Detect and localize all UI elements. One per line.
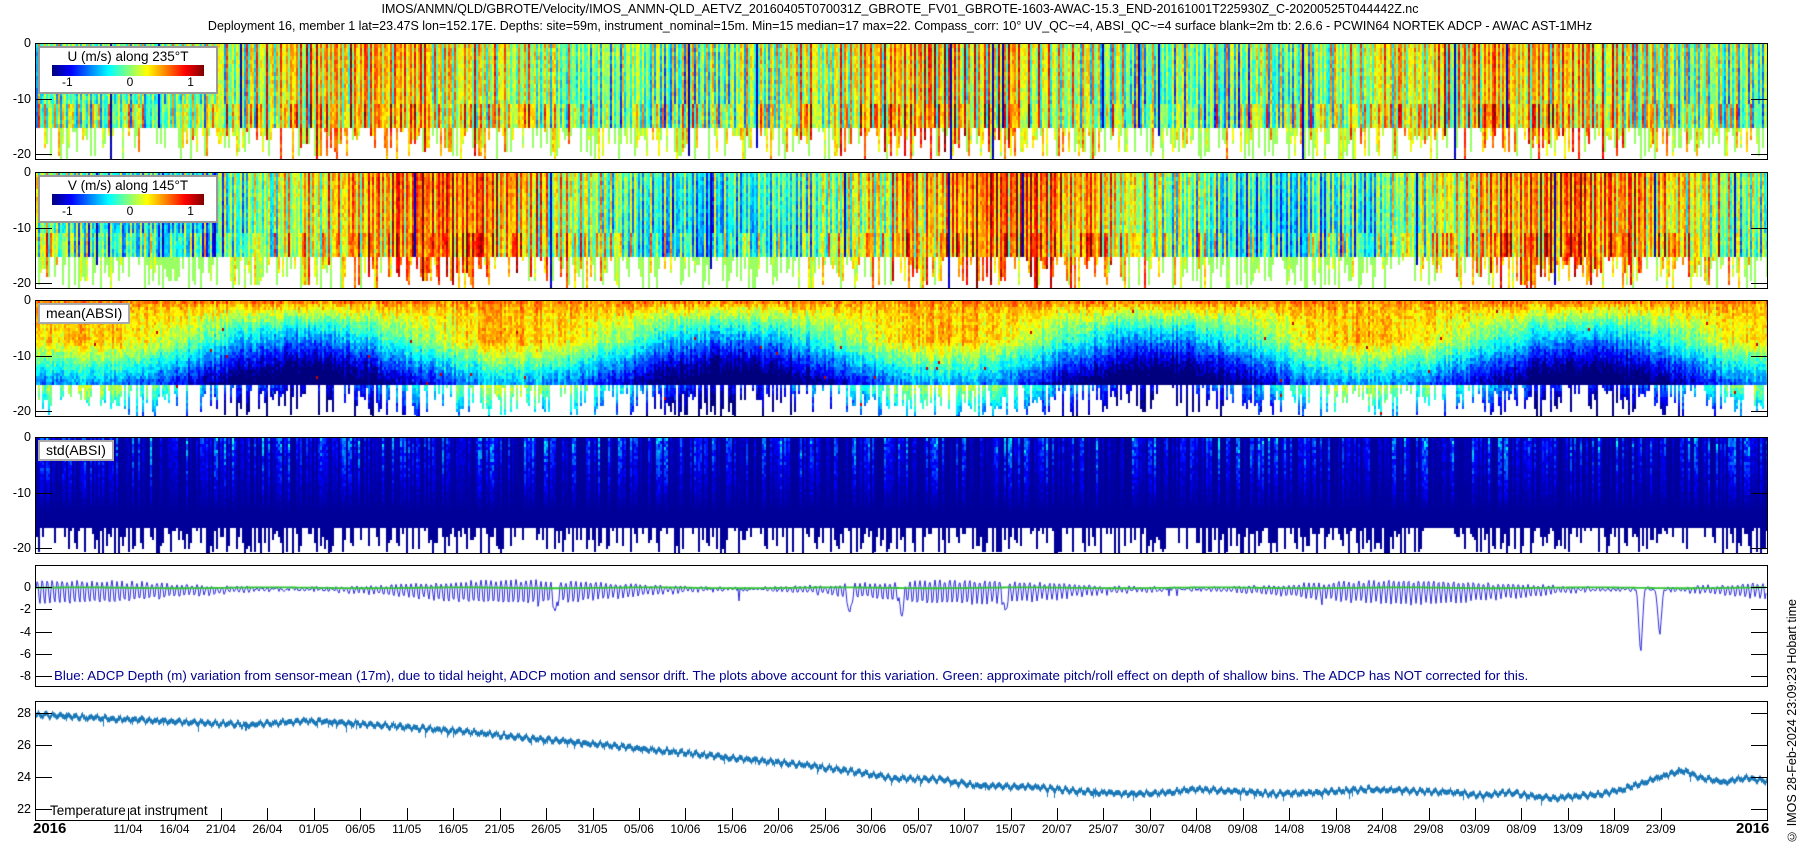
x-tick-label: 16/05 [423, 822, 483, 836]
x-tick-label: 25/07 [1073, 822, 1133, 836]
temperature-line-canvas [36, 702, 1767, 820]
u-cbar-tick-1: 1 [187, 76, 194, 89]
y-tick-label: -10 [0, 92, 31, 106]
x-tick-label: 23/09 [1631, 822, 1691, 836]
y-tick-label: -2 [0, 602, 31, 616]
u-legend-title: U (m/s) along 235°T [40, 49, 216, 64]
v-colorbar-legend: V (m/s) along 145°T -1 0 1 [38, 175, 218, 223]
y-tick-label: -10 [0, 349, 31, 363]
panel-v-velocity: V (m/s) along 145°T -1 0 1 [35, 172, 1768, 289]
panel-std-absi: std(ABSI) [35, 437, 1768, 554]
v-legend-title: V (m/s) along 145°T [40, 178, 216, 193]
y-tick-label: 0 [0, 36, 31, 50]
u-colorbar-ticks: -1 0 1 [40, 76, 216, 89]
std-absi-heatmap-canvas [36, 438, 1767, 553]
x-tick-label: 20/07 [1027, 822, 1087, 836]
x-tick-label: 13/09 [1538, 822, 1598, 836]
y-tick-label: 0 [0, 430, 31, 444]
u-velocity-heatmap-canvas [36, 44, 1767, 159]
y-tick-label: -20 [0, 276, 31, 290]
v-cbar-tick-0: 0 [127, 205, 134, 218]
x-tick-label: 30/06 [841, 822, 901, 836]
x-tick-label: 11/05 [377, 822, 437, 836]
panel-mean-absi: mean(ABSI) [35, 300, 1768, 417]
y-tick-label: -20 [0, 541, 31, 555]
panel-depth-variation: Blue: ADCP Depth (m) variation from sens… [35, 565, 1768, 687]
v-colorbar-ticks: -1 0 1 [40, 205, 216, 218]
panel-u-velocity: U (m/s) along 235°T -1 0 1 [35, 43, 1768, 160]
x-tick-label: 29/08 [1399, 822, 1459, 836]
imos-copyright-watermark: © IMOS 28-Feb-2024 23:09:23 Hobart time [1785, 599, 1799, 844]
x-axis-year-right: 2016 [1736, 820, 1769, 837]
x-tick-label: 10/07 [934, 822, 994, 836]
figure-root: IMOS/ANMN/QLD/GBROTE/Velocity/IMOS_ANMN-… [0, 0, 1800, 850]
temperature-label: Temperature at instrument [50, 803, 208, 818]
y-tick-label: 24 [0, 770, 31, 784]
y-tick-label: -4 [0, 625, 31, 639]
x-tick-label: 25/06 [795, 822, 855, 836]
figure-subtitle-deployment: Deployment 16, member 1 lat=23.47S lon=1… [0, 19, 1800, 33]
x-tick-label: 14/08 [1259, 822, 1319, 836]
std-absi-label: std(ABSI) [38, 440, 114, 461]
panel-temperature: Temperature at instrument [35, 701, 1768, 821]
y-tick-label: -20 [0, 404, 31, 418]
x-tick-label: 20/06 [748, 822, 808, 836]
x-tick-label: 08/09 [1491, 822, 1551, 836]
x-tick-label: 15/07 [981, 822, 1041, 836]
x-tick-label: 05/06 [609, 822, 669, 836]
u-cbar-tick-0: 0 [127, 76, 134, 89]
x-tick-label: 04/08 [1166, 822, 1226, 836]
x-tick-label: 18/09 [1584, 822, 1644, 836]
x-tick-label: 09/08 [1213, 822, 1273, 836]
x-tick-label: 01/05 [284, 822, 344, 836]
x-tick-label: 26/04 [237, 822, 297, 836]
x-tick-label: 31/05 [563, 822, 623, 836]
y-tick-label: -6 [0, 647, 31, 661]
y-tick-label: 28 [0, 706, 31, 720]
x-tick-label: 03/09 [1445, 822, 1505, 836]
x-tick-label: 11/04 [98, 822, 158, 836]
u-colorbar-legend: U (m/s) along 235°T -1 0 1 [38, 46, 218, 94]
x-tick-label: 10/06 [655, 822, 715, 836]
v-cbar-tick-neg1: -1 [62, 205, 73, 218]
mean-absi-heatmap-canvas [36, 301, 1767, 416]
x-tick-label: 24/08 [1352, 822, 1412, 836]
x-tick-label: 06/05 [330, 822, 390, 836]
y-tick-label: -20 [0, 147, 31, 161]
figure-title-filename: IMOS/ANMN/QLD/GBROTE/Velocity/IMOS_ANMN-… [0, 2, 1800, 16]
x-tick-label: 26/05 [516, 822, 576, 836]
u-cbar-tick-neg1: -1 [62, 76, 73, 89]
depth-variation-annotation: Blue: ADCP Depth (m) variation from sens… [54, 668, 1528, 683]
x-tick-label: 05/07 [888, 822, 948, 836]
x-tick-label: 21/04 [191, 822, 251, 836]
v-cbar-tick-1: 1 [187, 205, 194, 218]
y-tick-label: 0 [0, 165, 31, 179]
x-axis-year-left: 2016 [33, 820, 66, 837]
y-tick-label: 22 [0, 802, 31, 816]
v-velocity-heatmap-canvas [36, 173, 1767, 288]
x-tick-label: 15/06 [702, 822, 762, 836]
x-tick-label: 19/08 [1306, 822, 1366, 836]
y-tick-label: 0 [0, 293, 31, 307]
y-tick-label: 0 [0, 580, 31, 594]
x-tick-label: 30/07 [1120, 822, 1180, 836]
x-tick-label: 21/05 [470, 822, 530, 836]
mean-absi-label: mean(ABSI) [38, 303, 130, 324]
y-tick-label: 26 [0, 738, 31, 752]
y-tick-label: -10 [0, 221, 31, 235]
x-tick-label: 16/04 [145, 822, 205, 836]
y-tick-label: -10 [0, 486, 31, 500]
y-tick-label: -8 [0, 669, 31, 683]
